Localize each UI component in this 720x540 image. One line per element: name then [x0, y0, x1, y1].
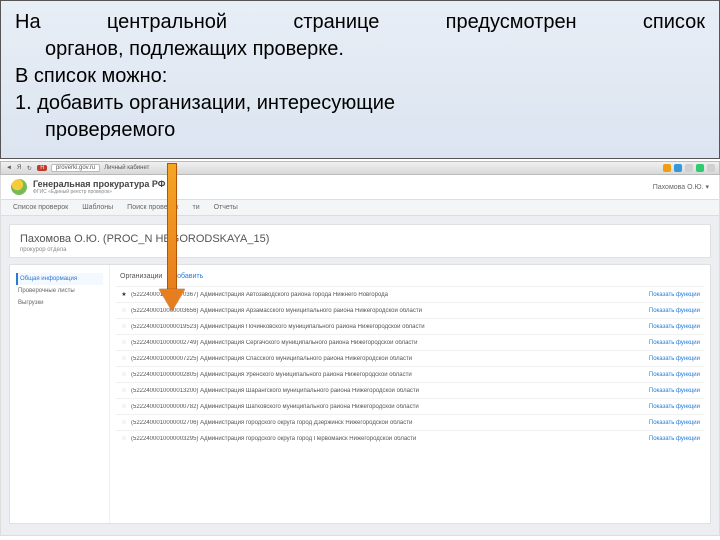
- star-icon[interactable]: ☆: [120, 355, 128, 362]
- show-functions-link[interactable]: Показать функции: [649, 420, 700, 426]
- org-name: (5222400010000002805) Администрация Урен…: [131, 372, 641, 378]
- menu-templates[interactable]: Шаблоны: [82, 204, 113, 211]
- star-icon[interactable]: ☆: [120, 307, 128, 314]
- ext-icon-4[interactable]: [696, 164, 704, 172]
- callout-line-1: На центральной странице предусмотрен спи…: [15, 9, 705, 36]
- org-name: (5222400010000003656) Администрация Арза…: [131, 308, 641, 314]
- org-name: (5222400010000170367) Администрация Авто…: [131, 292, 641, 298]
- side-nav: Общая информация Проверочные листы Выгру…: [10, 265, 110, 523]
- toolbar-right: [663, 164, 715, 172]
- emblem-icon: [11, 179, 27, 195]
- org-row[interactable]: ☆(5222400010000007225) Администрация Спа…: [116, 350, 704, 366]
- ext-icon-5[interactable]: [707, 164, 715, 172]
- header-text: Генеральная прокуратура РФ ФГИС «Единый …: [33, 179, 165, 195]
- header-subtitle: ФГИС «Единый реестр проверок»: [33, 189, 165, 195]
- star-icon[interactable]: ☆: [120, 371, 128, 378]
- org-row[interactable]: ☆(5222400010000002749) Администрация Сер…: [116, 334, 704, 350]
- show-functions-link[interactable]: Показать функции: [649, 404, 700, 410]
- org-row[interactable]: ☆(5222400010000003295) Администрация гор…: [116, 430, 704, 446]
- org-panel-header: Организации Добавить: [116, 271, 704, 286]
- org-name: (5222400010000019523) Администрация Почи…: [131, 324, 641, 330]
- show-functions-link[interactable]: Показать функции: [649, 308, 700, 314]
- profile-card: Пахомова О.Ю. (PROC_N HEGORODSKAYA_15) п…: [9, 224, 711, 258]
- org-row[interactable]: ☆(5222400010000003656) Администрация Арз…: [116, 302, 704, 318]
- org-name: (5222400010000003295) Администрация горо…: [131, 436, 641, 442]
- callout-line-3: В список можно:: [15, 63, 705, 90]
- org-name: (5222400010000013200) Администрация Шара…: [131, 388, 641, 394]
- ext-icon-1[interactable]: [663, 164, 671, 172]
- callout-line-5: проверяемого: [15, 117, 705, 144]
- browser-toolbar: ◄ Я ↻ Н proverki.gov.ru Личный кабинет: [0, 161, 720, 175]
- org-row[interactable]: ☆(5222400010000019523) Администрация Поч…: [116, 318, 704, 334]
- show-functions-link[interactable]: Показать функции: [649, 372, 700, 378]
- star-icon[interactable]: ☆: [120, 387, 128, 394]
- star-icon[interactable]: ☆: [120, 339, 128, 346]
- callout-line-2: органов, подлежащих проверке.: [15, 36, 705, 63]
- menu-search[interactable]: Поиск проверок: [127, 204, 178, 211]
- menu-truncated[interactable]: ти: [192, 204, 199, 211]
- ext-icon-3[interactable]: [685, 164, 693, 172]
- star-icon[interactable]: ☆: [120, 435, 128, 442]
- address-url[interactable]: proverki.gov.ru: [51, 164, 100, 172]
- menu-reports[interactable]: Отчеты: [214, 204, 238, 211]
- main-menu: Список проверок Шаблоны Поиск проверок т…: [0, 200, 720, 216]
- screenshot-region: ◄ Я ↻ Н proverki.gov.ru Личный кабинет Г…: [0, 161, 720, 536]
- content-area: Пахомова О.Ю. (PROC_N HEGORODSKAYA_15) п…: [0, 216, 720, 536]
- forward-icon[interactable]: ↻: [25, 164, 33, 172]
- back-button[interactable]: ◄: [5, 164, 13, 172]
- profile-name: Пахомова О.Ю. (PROC_N HEGORODSKAYA_15): [20, 233, 700, 245]
- show-functions-link[interactable]: Показать функции: [649, 324, 700, 330]
- show-functions-link[interactable]: Показать функции: [649, 340, 700, 346]
- org-name: (5222400010000007225) Администрация Спас…: [131, 356, 641, 362]
- instruction-callout: На центральной странице предусмотрен спи…: [0, 0, 720, 159]
- add-org-link[interactable]: Добавить: [172, 273, 203, 280]
- yandex-icon[interactable]: Я: [17, 165, 21, 171]
- sidenav-general[interactable]: Общая информация: [16, 273, 103, 285]
- sidenav-exports[interactable]: Выгрузки: [16, 297, 103, 309]
- org-label: Организации: [120, 273, 162, 280]
- star-icon[interactable]: ☆: [120, 419, 128, 426]
- star-icon[interactable]: ★: [120, 291, 128, 298]
- org-row[interactable]: ☆(5222400010000013200) Администрация Шар…: [116, 382, 704, 398]
- app-header: Генеральная прокуратура РФ ФГИС «Единый …: [0, 175, 720, 200]
- org-row[interactable]: ★(5222400010000170367) Администрация Авт…: [116, 286, 704, 302]
- site-badge: Н: [37, 165, 47, 171]
- main-card: Общая информация Проверочные листы Выгру…: [9, 264, 711, 524]
- org-name: (5222400010000002749) Администрация Серг…: [131, 340, 641, 346]
- org-list: ★(5222400010000170367) Администрация Авт…: [116, 286, 704, 446]
- user-menu[interactable]: Пахомова О.Ю. ▾: [653, 183, 709, 191]
- star-icon[interactable]: ☆: [120, 403, 128, 410]
- org-row[interactable]: ☆(5222400010000002805) Администрация Уре…: [116, 366, 704, 382]
- org-row[interactable]: ☆(5222400010000002706) Администрация гор…: [116, 414, 704, 430]
- show-functions-link[interactable]: Показать функции: [649, 292, 700, 298]
- org-row[interactable]: ☆(5222400010000000782) Администрация Шат…: [116, 398, 704, 414]
- show-functions-link[interactable]: Показать функции: [649, 356, 700, 362]
- show-functions-link[interactable]: Показать функции: [649, 388, 700, 394]
- callout-line-4: 1. добавить организации, интересующие: [15, 90, 705, 117]
- tab-title: Личный кабинет: [104, 165, 149, 171]
- org-panel: Организации Добавить ★(52224000100001703…: [110, 265, 710, 523]
- menu-checks-list[interactable]: Список проверок: [13, 204, 68, 211]
- star-icon[interactable]: ☆: [120, 323, 128, 330]
- org-name: (5222400010000000782) Администрация Шатк…: [131, 404, 641, 410]
- show-functions-link[interactable]: Показать функции: [649, 436, 700, 442]
- header-title: Генеральная прокуратура РФ: [33, 179, 165, 189]
- sidenav-checklists[interactable]: Проверочные листы: [16, 285, 103, 297]
- ext-icon-2[interactable]: [674, 164, 682, 172]
- profile-role: прокурор отдела: [20, 247, 700, 253]
- org-name: (5222400010000002706) Администрация горо…: [131, 420, 641, 426]
